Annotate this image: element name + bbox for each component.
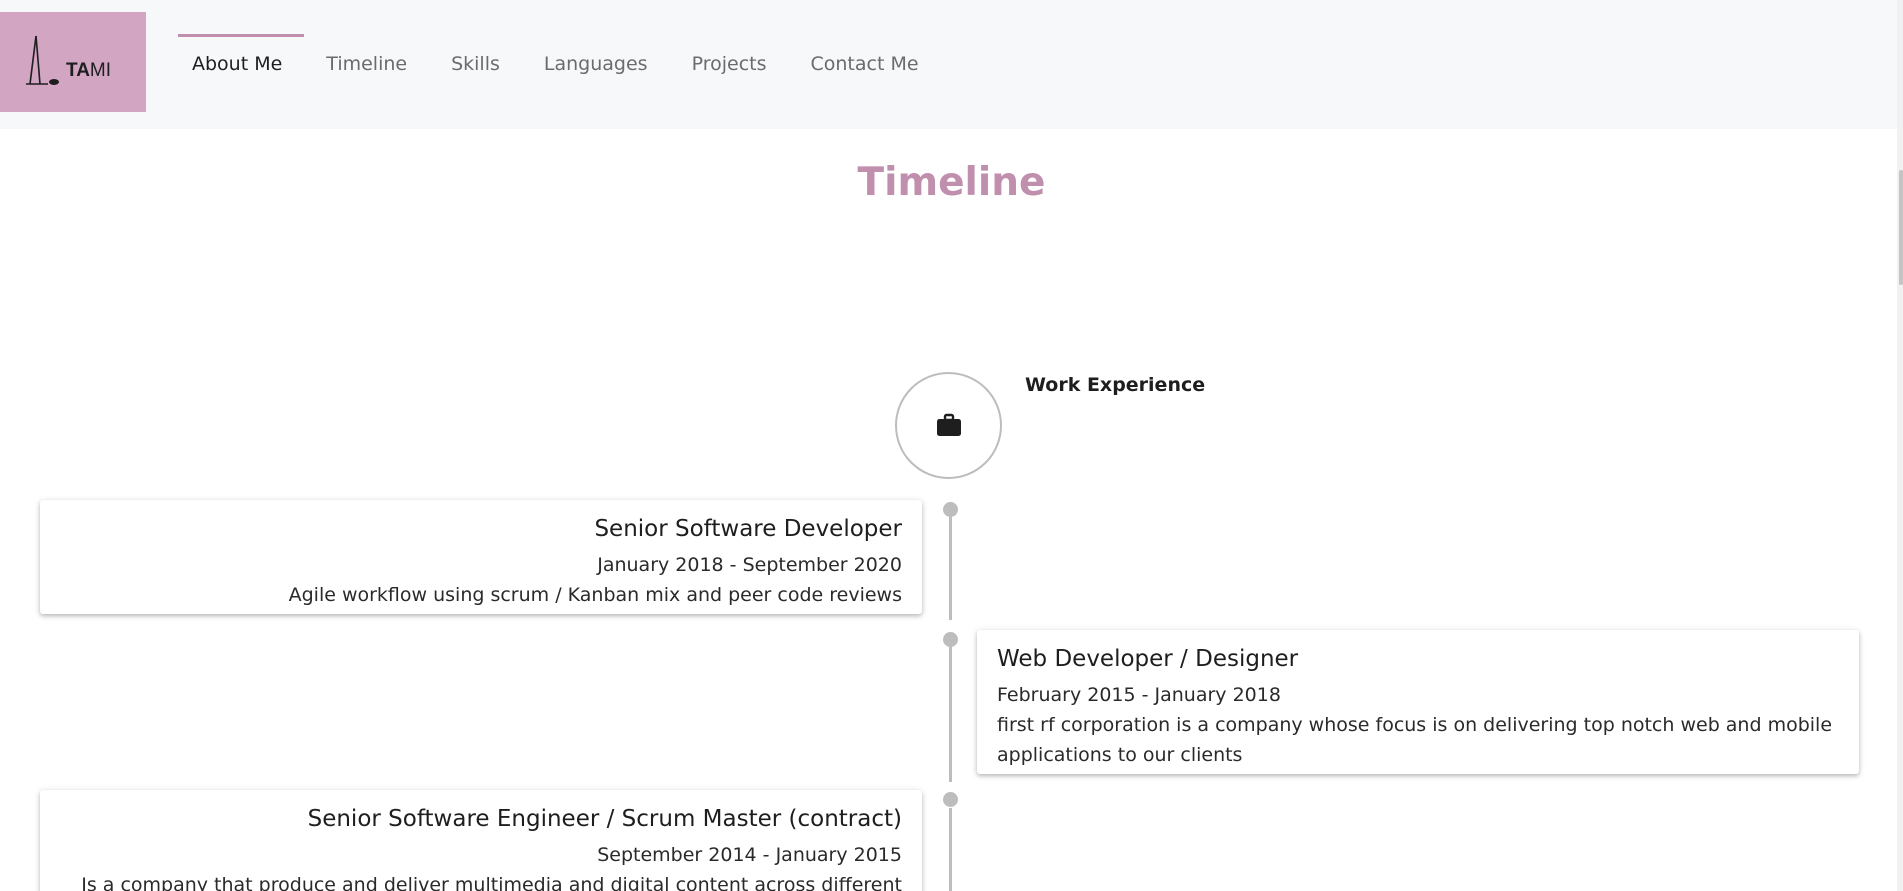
- timeline-line-segment: [949, 808, 952, 891]
- nav-item-languages[interactable]: Languages: [522, 0, 670, 129]
- scrollbar-thumb[interactable]: [1899, 170, 1903, 285]
- nav-item-timeline[interactable]: Timeline: [304, 0, 429, 129]
- timeline-dot: [943, 632, 958, 647]
- work-experience-badge: [895, 372, 1002, 479]
- briefcase-icon: [937, 413, 961, 436]
- timeline-card: Senior Software Engineer / Scrum Master …: [40, 790, 922, 891]
- nav-item-projects[interactable]: Projects: [670, 0, 789, 129]
- job-description: Is a company that produce and deliver mu…: [81, 874, 902, 891]
- timeline-line-segment: [949, 646, 952, 782]
- logo-text-bold: TA: [66, 60, 90, 81]
- section-title: Timeline: [857, 160, 1046, 205]
- site-logo[interactable]: TAMI: [0, 12, 146, 112]
- timeline-dot: [943, 792, 958, 807]
- page-scrollbar[interactable]: [1897, 0, 1903, 891]
- job-title: Senior Software Engineer / Scrum Master …: [307, 806, 902, 832]
- nav-item-about-me[interactable]: About Me: [170, 0, 305, 129]
- timeline-card: Web Developer / Designer February 2015 -…: [977, 630, 1859, 774]
- logo-text: TAMI: [66, 60, 111, 82]
- job-title: Web Developer / Designer: [997, 646, 1299, 672]
- job-dates: September 2014 - January 2015: [597, 844, 902, 866]
- job-description: Agile workflow using scrum / Kanban mix …: [288, 584, 902, 606]
- page: TAMI About Me Timeline Skills Languages …: [0, 0, 1903, 891]
- nav-item-skills[interactable]: Skills: [429, 0, 522, 129]
- job-title: Senior Software Developer: [594, 516, 902, 542]
- main-nav: About Me Timeline Skills Languages Proje…: [170, 0, 941, 129]
- timeline-card: Senior Software Developer January 2018 -…: [40, 500, 922, 614]
- job-dates: January 2018 - September 2020: [597, 554, 902, 576]
- timeline-line-segment: [949, 516, 952, 620]
- top-navbar: TAMI About Me Timeline Skills Languages …: [0, 0, 1903, 129]
- timeline-dot: [943, 502, 958, 517]
- nav-item-contact-me[interactable]: Contact Me: [788, 0, 940, 129]
- timeline-heading-label: Work Experience: [1025, 374, 1206, 396]
- job-dates: February 2015 - January 2018: [997, 684, 1281, 706]
- job-description: first rf corporation is a company whose …: [997, 714, 1833, 766]
- logo-text-light: MI: [89, 60, 112, 81]
